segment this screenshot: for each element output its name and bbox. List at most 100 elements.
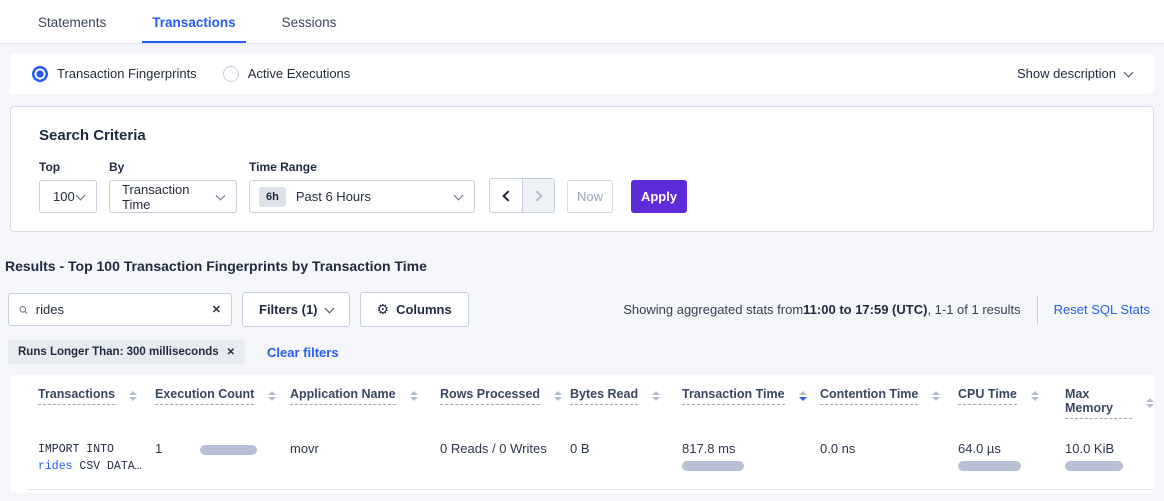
radio-transaction-fingerprints[interactable]: Transaction Fingerprints [32, 66, 197, 82]
stats-suffix: , 1-1 of 1 results [927, 302, 1020, 317]
column-header-label[interactable]: Max Memory [1065, 387, 1132, 419]
time-range-select[interactable]: 6h Past 6 Hours [249, 180, 475, 213]
column-header-label[interactable]: CPU Time [958, 387, 1017, 405]
time-range-prev-button[interactable] [490, 179, 522, 212]
time-range-field: Time Range 6h Past 6 Hours [249, 160, 475, 213]
contention-time-cell: 0.0 ns [820, 441, 958, 456]
columns-button-label: Columns [396, 302, 452, 317]
radio-label: Transaction Fingerprints [57, 66, 197, 81]
gear-icon: ⚙ [377, 301, 390, 318]
statement-table-link[interactable]: rides [38, 460, 73, 473]
max-memory-cell: 10.0 KiB [1065, 441, 1154, 471]
radio-unselected-icon[interactable] [223, 66, 239, 82]
column-header-label[interactable]: Rows Processed [440, 387, 540, 405]
column-header-label[interactable]: Application Name [290, 387, 396, 405]
cpu-time-bar [958, 461, 1021, 471]
sort-toggle-icon[interactable] [1031, 391, 1039, 402]
results-heading: Results - Top 100 Transaction Fingerprin… [5, 258, 1154, 274]
results-search-box[interactable]: ✕ [8, 293, 232, 326]
radio-active-executions[interactable]: Active Executions [223, 66, 351, 82]
page-tabs: Statements Transactions Sessions [0, 0, 1164, 44]
search-criteria-title: Search Criteria [39, 127, 1125, 144]
chevron-right-icon [531, 190, 542, 201]
top-field: Top 100 [39, 160, 97, 213]
by-field: By Transaction Time [109, 160, 237, 213]
column-header-transactions: Transactions [10, 387, 155, 405]
cpu-time-cell: 64.0 µs [958, 441, 1065, 471]
column-header-contention-time: Contention Time [820, 387, 958, 405]
sort-toggle-icon[interactable] [932, 391, 940, 402]
sort-toggle-icon[interactable] [554, 391, 562, 402]
top-label: Top [39, 160, 97, 174]
radio-selected-icon[interactable] [32, 66, 48, 82]
chevron-down-icon [454, 190, 464, 200]
now-button[interactable]: Now [567, 180, 613, 213]
by-select[interactable]: Transaction Time [109, 180, 237, 213]
tab-sessions[interactable]: Sessions [272, 15, 347, 43]
sort-toggle-icon-active-desc[interactable] [799, 391, 807, 402]
search-clear-icon[interactable]: ✕ [212, 303, 221, 316]
show-description-toggle[interactable]: Show description [1017, 66, 1132, 81]
transaction-time-value: 817.8 ms [682, 441, 820, 456]
column-header-label[interactable]: Execution Count [155, 387, 254, 405]
chevron-down-icon [324, 303, 334, 313]
sort-toggle-icon[interactable] [129, 391, 137, 402]
table-row: IMPORT INTO rides CSV DATA… 1 movr 0 Rea… [10, 441, 1154, 475]
sort-toggle-icon[interactable] [1146, 398, 1154, 409]
tab-transactions[interactable]: Transactions [142, 15, 245, 43]
column-header-max-memory: Max Memory [1065, 387, 1154, 419]
bytes-read-cell: 0 B [570, 441, 682, 456]
statement-line-1: IMPORT INTO [38, 441, 155, 458]
top-select[interactable]: 100 [39, 180, 97, 213]
clear-filters-link[interactable]: Clear filters [267, 345, 339, 360]
application-name-cell: movr [290, 441, 440, 456]
sort-toggle-icon[interactable] [410, 391, 418, 402]
statement-line-2: rides CSV DATA… [38, 458, 155, 475]
divider [1037, 295, 1038, 325]
radio-label: Active Executions [248, 66, 351, 81]
top-select-value: 100 [53, 189, 75, 204]
active-filters-row: Runs Longer Than: 300 milliseconds ✕ Cle… [8, 340, 1154, 364]
tab-statements[interactable]: Statements [28, 15, 116, 43]
reset-sql-stats-link[interactable]: Reset SQL Stats [1054, 302, 1150, 317]
column-header-label[interactable]: Transactions [38, 387, 115, 405]
stats-time-range: 11:00 to 17:59 (UTC) [803, 302, 927, 317]
column-header-cpu-time: CPU Time [958, 387, 1065, 405]
transaction-statement-cell[interactable]: IMPORT INTO rides CSV DATA… [10, 441, 155, 475]
column-header-rows-processed: Rows Processed [440, 387, 570, 405]
transactions-table: Transactions Execution Count Application… [10, 375, 1154, 493]
table-header-row: Transactions Execution Count Application… [10, 387, 1154, 419]
execution-count-value: 1 [155, 441, 162, 456]
column-header-label[interactable]: Contention Time [820, 387, 918, 405]
row-separator [28, 489, 1154, 490]
stats-prefix: Showing aggregated stats from [623, 302, 803, 317]
time-range-label: Time Range [249, 160, 475, 174]
execution-count-bar [200, 445, 257, 455]
sort-toggle-icon[interactable] [268, 391, 276, 402]
time-range-next-button[interactable] [522, 179, 554, 212]
view-toggle-card: Transaction Fingerprints Active Executio… [10, 53, 1154, 94]
results-toolbar: ✕ Filters (1) ⚙ Columns Showing aggregat… [8, 292, 1154, 327]
search-criteria-form: Top 100 By Transaction Time Time Range 6… [39, 160, 1125, 213]
sort-toggle-icon[interactable] [652, 391, 660, 402]
chevron-down-icon [1124, 67, 1134, 77]
search-icon [19, 303, 28, 317]
aggregated-stats-text: Showing aggregated stats from 11:00 to 1… [623, 295, 1154, 325]
apply-button[interactable]: Apply [631, 180, 687, 213]
max-memory-bar [1065, 461, 1123, 471]
time-range-pager [489, 178, 555, 213]
time-range-value: Past 6 Hours [296, 189, 371, 204]
filters-button[interactable]: Filters (1) [242, 292, 350, 327]
column-header-label[interactable]: Transaction Time [682, 387, 785, 405]
by-label: By [109, 160, 237, 174]
chevron-down-icon [76, 190, 86, 200]
column-header-bytes-read: Bytes Read [570, 387, 682, 405]
show-description-label: Show description [1017, 66, 1116, 81]
column-header-label[interactable]: Bytes Read [570, 387, 638, 405]
columns-button[interactable]: ⚙ Columns [360, 292, 469, 327]
column-header-transaction-time: Transaction Time [682, 387, 820, 405]
search-input[interactable] [36, 302, 212, 317]
filter-chip-remove-icon[interactable]: ✕ [227, 347, 235, 358]
chevron-left-icon [502, 190, 513, 201]
transaction-time-cell: 817.8 ms [682, 441, 820, 471]
